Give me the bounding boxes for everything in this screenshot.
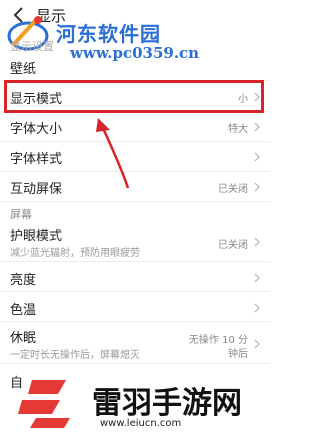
row-value-line2: 钟后 [228, 349, 248, 360]
row-value: 特大 [228, 124, 248, 135]
chevron-right-icon [254, 237, 260, 247]
row-sub: 减少蓝光辐射，预防用眼疲劳 [10, 248, 140, 259]
row-color-temp[interactable]: 色温 [0, 292, 270, 322]
chevron-right-icon [254, 303, 260, 313]
row-label: 亮度 [10, 273, 37, 288]
row-eye-protection[interactable]: 护眼模式 减少蓝光辐射，预防用眼疲劳 已关闭 [0, 220, 270, 262]
row-value: 无操作 10 分 [188, 335, 248, 346]
row-wallpaper[interactable]: 壁纸 [0, 52, 270, 81]
row-sub: 一定时长无操作后，屏幕熄灭 [10, 350, 140, 361]
chevron-right-icon [254, 152, 260, 162]
chevron-right-icon [254, 273, 260, 283]
row-label: 显示模式 [10, 92, 63, 107]
row-label: 互动屏保 [10, 182, 63, 197]
row-label: 休眠 [10, 331, 37, 346]
row-brightness[interactable]: 亮度 [0, 262, 270, 292]
watermark-bottom-url: www.leiucn.com [100, 418, 182, 429]
row-value: 小 [238, 94, 248, 105]
row-label: 字体样式 [10, 152, 63, 167]
watermark-bottom: 雷羽手游网 www.leiucn.com [0, 368, 270, 437]
row-display-mode[interactable]: 显示模式 小 [0, 81, 270, 112]
watermark-bottom-logo-icon [14, 374, 84, 430]
arrow-annotation-icon [88, 112, 138, 192]
watermark-title: 河东软件园 [56, 22, 161, 46]
row-label: 色温 [10, 303, 37, 318]
row-label: 壁纸 [10, 62, 37, 77]
chevron-right-icon [254, 92, 260, 102]
chevron-right-icon [254, 122, 260, 132]
row-sleep[interactable]: 休眠 一定时长无操作后，屏幕熄灭 无操作 10 分 钟后 [0, 322, 270, 364]
row-value: 已关闭 [218, 240, 248, 251]
chevron-right-icon [254, 339, 260, 349]
row-label: 字体大小 [10, 122, 63, 137]
row-value: 已关闭 [218, 184, 248, 195]
watermark-bottom-title: 雷羽手游网 [92, 386, 242, 421]
chevron-right-icon [254, 182, 260, 192]
row-label: 护眼模式 [10, 229, 63, 244]
